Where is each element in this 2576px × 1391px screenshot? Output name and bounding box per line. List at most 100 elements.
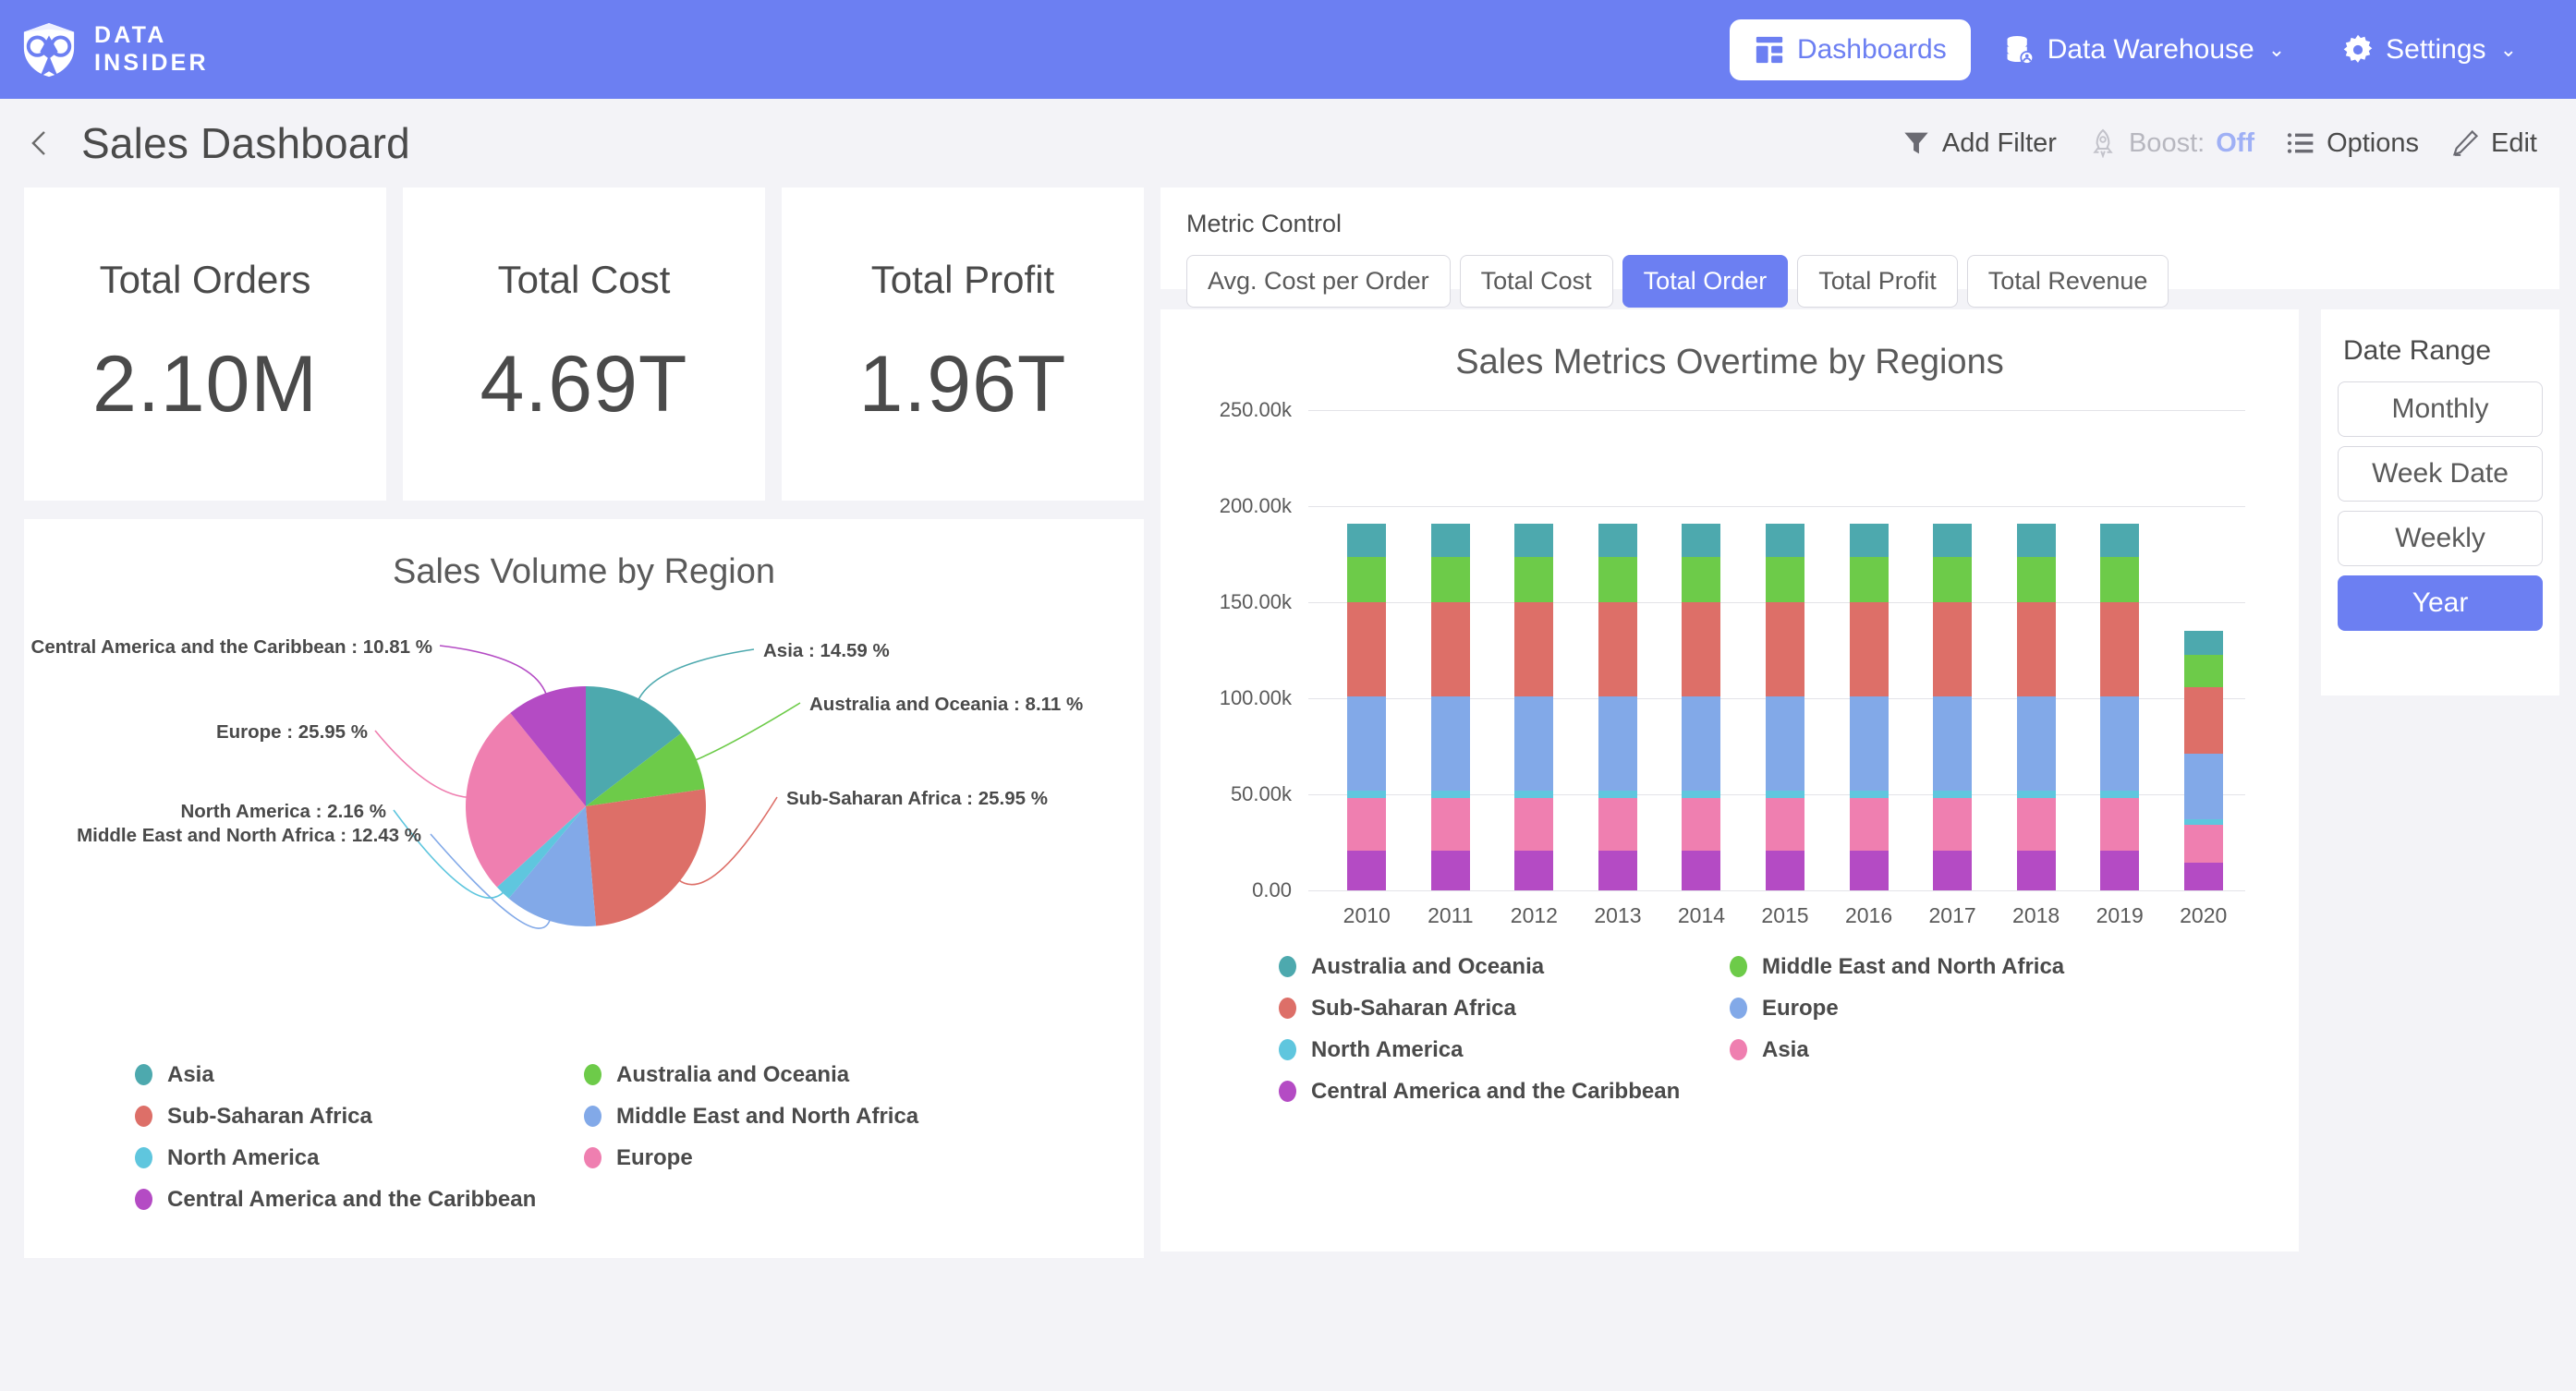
bar-segment[interactable] bbox=[1598, 696, 1637, 791]
bar-segment[interactable] bbox=[1431, 524, 1470, 557]
bar-segment[interactable] bbox=[1598, 524, 1637, 557]
bar-segment[interactable] bbox=[1514, 602, 1553, 696]
metric-option-total-order[interactable]: Total Order bbox=[1622, 255, 1789, 308]
legend-item[interactable]: Asia bbox=[135, 1054, 584, 1095]
bar-segment[interactable] bbox=[2100, 791, 2139, 799]
bar-segment[interactable] bbox=[1933, 851, 1972, 890]
metric-option-total-revenue[interactable]: Total Revenue bbox=[1967, 255, 2169, 308]
stacked-bar[interactable] bbox=[2017, 524, 2056, 890]
bar-segment[interactable] bbox=[1514, 557, 1553, 602]
bar-segment[interactable] bbox=[2100, 798, 2139, 851]
bar-segment[interactable] bbox=[1598, 557, 1637, 602]
stacked-bar[interactable] bbox=[1850, 524, 1889, 890]
stacked-bar[interactable] bbox=[1766, 524, 1804, 890]
bar-segment[interactable] bbox=[1933, 791, 1972, 799]
date-range-option-monthly[interactable]: Monthly bbox=[2338, 381, 2543, 437]
bar-segment[interactable] bbox=[1682, 798, 1720, 851]
bar-segment[interactable] bbox=[2017, 524, 2056, 557]
legend-item[interactable]: Central America and the Caribbean bbox=[135, 1179, 584, 1220]
stacked-bar[interactable] bbox=[1682, 524, 1720, 890]
nav-dashboards[interactable]: Dashboards bbox=[1730, 19, 1971, 80]
bar-segment[interactable] bbox=[1682, 602, 1720, 696]
bar-segment[interactable] bbox=[2017, 602, 2056, 696]
bar-segment[interactable] bbox=[1850, 602, 1889, 696]
pie-slice[interactable] bbox=[586, 789, 706, 925]
bar-segment[interactable] bbox=[1682, 791, 1720, 799]
bar-segment[interactable] bbox=[1766, 557, 1804, 602]
bar-segment[interactable] bbox=[1431, 696, 1470, 791]
options-button[interactable]: Options bbox=[2286, 128, 2419, 159]
bar-segment[interactable] bbox=[1431, 798, 1470, 851]
bar-segment[interactable] bbox=[2100, 696, 2139, 791]
legend-item[interactable]: Europe bbox=[584, 1137, 1033, 1179]
bar-segment[interactable] bbox=[1598, 791, 1637, 799]
legend-item[interactable]: Asia bbox=[1730, 1029, 2181, 1070]
bar-segment[interactable] bbox=[1850, 798, 1889, 851]
bar-segment[interactable] bbox=[1514, 524, 1553, 557]
bar-segment[interactable] bbox=[1431, 791, 1470, 799]
metric-option-avg-cost-per-order[interactable]: Avg. Cost per Order bbox=[1186, 255, 1451, 308]
bar-segment[interactable] bbox=[2184, 687, 2223, 754]
bar-segment[interactable] bbox=[1598, 851, 1637, 890]
bar-segment[interactable] bbox=[2184, 631, 2223, 655]
legend-item[interactable]: Sub-Saharan Africa bbox=[1279, 987, 1730, 1029]
nav-data-warehouse[interactable]: Data Warehouse ⌄ bbox=[1980, 19, 2309, 80]
legend-item[interactable]: Australia and Oceania bbox=[1279, 946, 1730, 987]
bar-segment[interactable] bbox=[2017, 557, 2056, 602]
date-range-option-year[interactable]: Year bbox=[2338, 575, 2543, 631]
legend-item[interactable]: North America bbox=[135, 1137, 584, 1179]
legend-item[interactable]: Sub-Saharan Africa bbox=[135, 1095, 584, 1137]
bar-segment[interactable] bbox=[1766, 524, 1804, 557]
bar-segment[interactable] bbox=[1431, 557, 1470, 602]
legend-item[interactable]: North America bbox=[1279, 1029, 1730, 1070]
stacked-bar[interactable] bbox=[1347, 524, 1386, 890]
bar-segment[interactable] bbox=[1431, 851, 1470, 890]
bar-segment[interactable] bbox=[1682, 524, 1720, 557]
bar-segment[interactable] bbox=[1850, 851, 1889, 890]
bar-segment[interactable] bbox=[1933, 524, 1972, 557]
bar-segment[interactable] bbox=[1766, 798, 1804, 851]
bar-segment[interactable] bbox=[1850, 557, 1889, 602]
bar-segment[interactable] bbox=[1347, 602, 1386, 696]
bar-segment[interactable] bbox=[1347, 524, 1386, 557]
bar-segment[interactable] bbox=[1598, 602, 1637, 696]
bar-segment[interactable] bbox=[2184, 655, 2223, 686]
bar-segment[interactable] bbox=[1766, 696, 1804, 791]
stacked-bar[interactable] bbox=[1933, 524, 1972, 890]
add-filter-button[interactable]: Add Filter bbox=[1902, 128, 2057, 159]
bar-segment[interactable] bbox=[1514, 696, 1553, 791]
nav-settings[interactable]: Settings ⌄ bbox=[2318, 19, 2541, 80]
stacked-bar[interactable] bbox=[2184, 631, 2223, 890]
legend-item[interactable]: Middle East and North Africa bbox=[584, 1095, 1033, 1137]
bar-segment[interactable] bbox=[1933, 798, 1972, 851]
bar-segment[interactable] bbox=[1431, 602, 1470, 696]
bar-segment[interactable] bbox=[2184, 863, 2223, 890]
legend-item[interactable]: Middle East and North Africa bbox=[1730, 946, 2181, 987]
date-range-option-week-date[interactable]: Week Date bbox=[2338, 446, 2543, 502]
stacked-bar[interactable] bbox=[2100, 524, 2139, 890]
bar-segment[interactable] bbox=[1682, 851, 1720, 890]
bar-segment[interactable] bbox=[1933, 602, 1972, 696]
stacked-bar[interactable] bbox=[1598, 524, 1637, 890]
bar-segment[interactable] bbox=[2017, 798, 2056, 851]
bar-segment[interactable] bbox=[1347, 696, 1386, 791]
brand-logo[interactable]: DATA INSIDER bbox=[20, 21, 209, 79]
chevron-left-icon[interactable] bbox=[24, 127, 55, 159]
bar-segment[interactable] bbox=[1514, 791, 1553, 799]
metric-option-total-cost[interactable]: Total Cost bbox=[1460, 255, 1613, 308]
bar-segment[interactable] bbox=[1347, 791, 1386, 799]
bar-segment[interactable] bbox=[1850, 696, 1889, 791]
bar-segment[interactable] bbox=[1850, 524, 1889, 557]
bar-segment[interactable] bbox=[1766, 791, 1804, 799]
bar-segment[interactable] bbox=[1933, 557, 1972, 602]
edit-button[interactable]: Edit bbox=[2450, 128, 2537, 159]
legend-item[interactable]: Central America and the Caribbean bbox=[1279, 1070, 1730, 1112]
bar-segment[interactable] bbox=[2184, 825, 2223, 863]
bar-segment[interactable] bbox=[1347, 798, 1386, 851]
bar-segment[interactable] bbox=[2100, 557, 2139, 602]
bar-segment[interactable] bbox=[2017, 791, 2056, 799]
stacked-bar[interactable] bbox=[1431, 524, 1470, 890]
metric-option-total-profit[interactable]: Total Profit bbox=[1797, 255, 1958, 308]
bar-segment[interactable] bbox=[2184, 754, 2223, 820]
legend-item[interactable]: Europe bbox=[1730, 987, 2181, 1029]
